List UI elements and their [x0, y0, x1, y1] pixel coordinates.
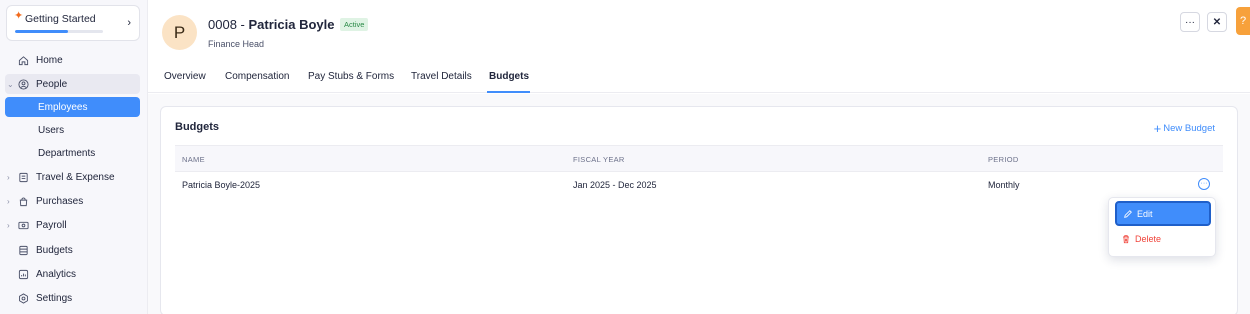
sidebar: ✦ Getting Started › Home ⌄ People Employ…: [0, 0, 148, 314]
help-button[interactable]: ?: [1236, 7, 1250, 35]
budgets-section-title: Budgets: [175, 121, 219, 133]
chevron-right-icon: ›: [7, 220, 10, 230]
sidebar-item-label: Settings: [36, 292, 73, 304]
delete-menu-item[interactable]: Delete: [1121, 234, 1161, 244]
tab-compensation[interactable]: Compensation: [225, 71, 289, 82]
chevron-right-icon: ›: [127, 17, 131, 29]
more-options-button[interactable]: ···: [1180, 12, 1200, 32]
sidebar-subitem-users[interactable]: Users: [5, 120, 140, 140]
travel-expense-icon: [17, 171, 29, 183]
employee-name: Patricia Boyle: [248, 17, 335, 32]
sidebar-item-people[interactable]: ⌄ People: [5, 74, 140, 94]
tab-travel-details[interactable]: Travel Details: [411, 71, 472, 82]
sidebar-item-home[interactable]: Home: [5, 50, 140, 70]
delete-label: Delete: [1135, 234, 1162, 244]
payroll-icon: [17, 219, 29, 231]
sidebar-item-label: Analytics: [36, 268, 77, 280]
tab-overview[interactable]: Overview: [164, 71, 206, 82]
sidebar-subitem-employees[interactable]: Employees: [5, 97, 140, 117]
row-actions-menu: Edit Delete: [1108, 197, 1216, 257]
cell-fiscal-year: Jan 2025 - Dec 2025: [573, 180, 657, 190]
table-row[interactable]: Patricia Boyle-2025 Jan 2025 - Dec 2025 …: [175, 172, 1223, 197]
sidebar-item-budgets[interactable]: Budgets: [5, 240, 140, 260]
getting-started-card[interactable]: ✦ Getting Started ›: [6, 5, 140, 41]
sidebar-item-label: Payroll: [36, 219, 67, 231]
budgets-icon: [17, 244, 29, 256]
chevron-down-icon: ⌄: [7, 79, 14, 89]
sidebar-item-payroll[interactable]: › Payroll: [5, 215, 140, 235]
budgets-table: NAME FISCAL YEAR PERIOD Patricia Boyle-2…: [175, 145, 1223, 197]
cell-period: Monthly: [988, 180, 1020, 190]
new-budget-label: New Budget: [1163, 123, 1215, 134]
chevron-right-icon: ›: [7, 172, 10, 182]
new-budget-button[interactable]: + New Budget: [1153, 121, 1215, 136]
sidebar-item-label: Home: [36, 54, 63, 66]
chevron-right-icon: ›: [7, 196, 10, 206]
column-header-fiscal-year: FISCAL YEAR: [573, 155, 625, 164]
plus-icon: +: [1153, 121, 1162, 136]
people-icon: [17, 78, 29, 90]
sidebar-item-purchases[interactable]: › Purchases: [5, 191, 140, 211]
status-badge: Active: [340, 18, 369, 31]
purchases-icon: [17, 195, 29, 207]
getting-started-progress-fill: [15, 30, 68, 33]
sidebar-item-label: Budgets: [36, 244, 73, 256]
row-actions-icon[interactable]: ···: [1198, 178, 1210, 190]
edit-menu-item[interactable]: Edit: [1115, 201, 1211, 226]
home-icon: [17, 54, 29, 66]
sidebar-item-travel-expense[interactable]: › Travel & Expense: [5, 167, 140, 187]
settings-icon: [17, 292, 29, 304]
getting-started-progress: [15, 30, 103, 33]
table-header: NAME FISCAL YEAR PERIOD: [175, 145, 1223, 172]
sidebar-item-label: Travel & Expense: [36, 171, 115, 183]
sidebar-item-analytics[interactable]: Analytics: [5, 264, 140, 284]
edit-label: Edit: [1137, 208, 1153, 219]
analytics-icon: [17, 268, 29, 280]
sidebar-item-label: Purchases: [36, 195, 84, 207]
sparkle-icon: ✦: [14, 10, 24, 22]
budgets-card: Budgets + New Budget NAME FISCAL YEAR PE…: [160, 106, 1238, 314]
getting-started-label: Getting Started: [25, 13, 96, 25]
close-button[interactable]: ✕: [1207, 12, 1227, 32]
avatar: P: [162, 15, 197, 50]
sidebar-item-settings[interactable]: Settings: [5, 288, 140, 308]
employee-id: 0008 -: [208, 17, 249, 32]
pencil-icon: [1123, 209, 1133, 219]
tab-budgets[interactable]: Budgets: [489, 71, 529, 82]
tab-pay-stubs-forms[interactable]: Pay Stubs & Forms: [308, 71, 394, 82]
sidebar-subitem-departments[interactable]: Departments: [5, 143, 140, 163]
trash-icon: [1121, 234, 1131, 244]
cell-name: Patricia Boyle-2025: [182, 180, 261, 190]
column-header-name: NAME: [182, 155, 205, 164]
sidebar-item-label: People: [36, 78, 68, 90]
column-header-period: PERIOD: [988, 155, 1019, 164]
page-title: 0008 - Patricia Boyle: [208, 17, 334, 32]
tab-bar: Overview Compensation Pay Stubs & Forms …: [148, 63, 1250, 93]
active-tab-indicator: [487, 91, 530, 93]
employee-role: Finance Head: [208, 39, 265, 49]
